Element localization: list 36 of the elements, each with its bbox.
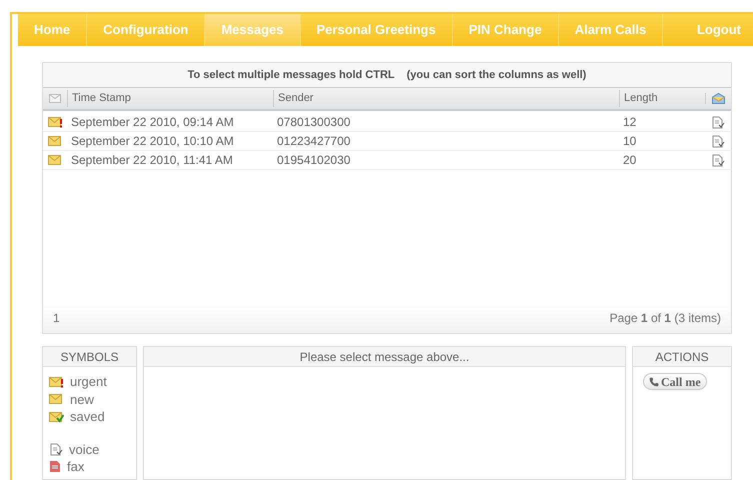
symbol-label: saved — [70, 408, 105, 426]
voice-document-icon — [711, 116, 725, 128]
table-cell-text: 12 — [622, 114, 638, 131]
voice-document-icon — [49, 442, 63, 456]
table-cell-text: September 22 2010, 10:10 AM — [70, 133, 235, 150]
panel-title: SYMBOLS — [43, 347, 136, 367]
voice-document-icon — [711, 134, 725, 148]
symbol-label: new — [70, 390, 94, 408]
message-row[interactable]: September 22 2010, 10:10 AM 01223427700 10 — [43, 132, 731, 151]
selection-hint: To select multiple messages hold CTRL — [188, 68, 395, 83]
voice-document-icon — [711, 154, 725, 166]
panel-title: Please select message above... — [144, 347, 625, 367]
panel-title: ACTIONS — [633, 347, 731, 367]
open-envelope-icon — [712, 93, 725, 104]
envelope-icon — [49, 94, 61, 103]
table-cell-text: 07801300300 — [276, 114, 352, 131]
table-cell-text: September 22 2010, 11:41 AM — [70, 152, 234, 169]
message-row[interactable]: September 22 2010, 09:14 AM 07801300300 12 — [43, 113, 731, 132]
column-header[interactable]: Length — [619, 90, 705, 107]
pager-info: Page 1 of 1 (3 items) — [610, 310, 721, 327]
symbol-label: fax — [67, 458, 84, 476]
call-button[interactable]: Call me — [643, 373, 707, 390]
page-link[interactable]: 1 — [53, 309, 60, 327]
table-cell-text: September 22 2010, 09:14 AM — [70, 114, 235, 131]
table-cell-text: 10 — [622, 133, 638, 150]
column-header[interactable]: Time Stamp — [67, 90, 273, 107]
message-row[interactable]: September 22 2010, 11:41 AM 01954102030 20 — [43, 151, 731, 170]
symbol-label: urgent — [70, 373, 107, 391]
table-cell-text: 01954102030 — [276, 152, 352, 169]
sort-hint: (you can sort the columns as well) — [406, 68, 586, 83]
symbol-label: voice — [69, 440, 100, 458]
phone-icon — [649, 376, 659, 386]
table-cell-text: 20 — [622, 152, 638, 169]
table-cell-text: 01223427700 — [276, 133, 352, 150]
column-header[interactable]: Sender — [273, 90, 619, 107]
fax-document-icon — [49, 460, 61, 474]
